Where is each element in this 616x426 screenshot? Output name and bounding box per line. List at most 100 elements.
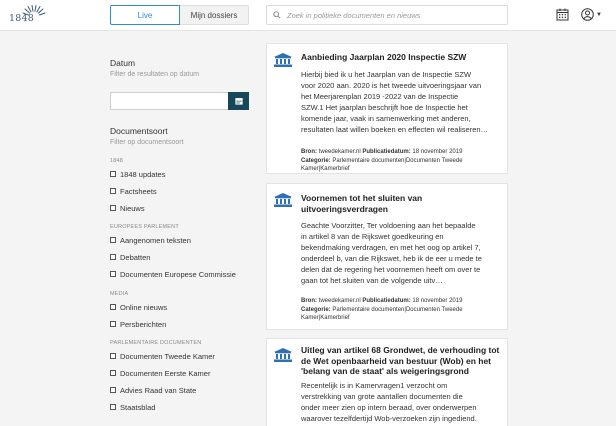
group-label-1848: 1848	[110, 158, 124, 164]
snippet-line: Hierbij bied ik u het Jaarplan van de In…	[301, 70, 472, 79]
date-filter-title: Datum	[110, 58, 136, 68]
checkbox-advies-raad-van-state[interactable]: Advies Raad van State	[110, 385, 196, 395]
bron-value: tweedekamer.nl	[318, 298, 361, 304]
checkbox-label: Persberichten	[120, 319, 167, 329]
government-building-icon	[274, 53, 292, 67]
checkbox-1848-updates[interactable]: 1848 updates	[110, 169, 165, 179]
result-meta: Bron: tweedekamer.nl Publicatiedatum: 18…	[301, 148, 506, 174]
publicatiedatum-value: 18 november 2019	[412, 298, 463, 304]
result-title[interactable]: Voornemen tot het sluiten van uitvoering…	[301, 193, 422, 214]
checkbox[interactable]	[110, 237, 116, 243]
documentsoort-filter: Documentsoort Filter op documentsoort 18…	[110, 126, 250, 412]
checkbox[interactable]	[110, 387, 116, 393]
publicatiedatum-value: 18 november 2019	[412, 149, 463, 155]
search-box[interactable]	[266, 5, 508, 25]
top-navbar: 1848 Live Mijn dossiers ▼	[0, 0, 616, 31]
snippet-line: waarover tezelfdertijd Wob-verzoeken zij…	[301, 414, 477, 424]
checkbox-label: Aangenomen teksten	[120, 235, 191, 245]
government-building-icon	[274, 348, 292, 362]
categorie-value: Kamer|Kamerbrief	[301, 315, 350, 322]
title-line: Voornemen tot het sluiten van	[301, 193, 423, 203]
snippet-line: delen dat de regering het voornemen heef…	[301, 265, 481, 275]
checkbox-factsheets[interactable]: Factsheets	[110, 186, 157, 196]
result-snippet: Geachte Voorzitter, Ter voldoening aan h…	[301, 220, 501, 287]
title-line: de Wet openbaarheid van bestuur (Wob) en…	[301, 355, 492, 366]
tab-mijn-dossiers[interactable]: Mijn dossiers	[180, 6, 248, 24]
categorie-value: Parlementaire documenten|Documenten Twee…	[332, 306, 463, 313]
calendar-icon	[234, 98, 243, 105]
doc-filter-title: Documentsoort	[110, 126, 168, 136]
checkbox-label: Factsheets	[120, 186, 157, 196]
checkbox[interactable]	[110, 321, 116, 327]
checkbox-documenten-tweede-kamer[interactable]: Documenten Tweede Kamer	[110, 351, 215, 361]
title-line: 'belang van de staat' als weigeringsgron…	[301, 366, 469, 376]
tab-live[interactable]: Live	[110, 5, 180, 25]
result-snippet: Recentelijk is in Kamervragen1 verzocht …	[301, 380, 506, 424]
logo-text: 1848	[9, 13, 34, 24]
date-picker-button[interactable]	[228, 92, 249, 110]
date-picker	[110, 92, 249, 110]
government-building-icon	[274, 193, 292, 207]
checkbox-label: Documenten Eerste Kamer	[120, 368, 211, 378]
result-card[interactable]: Aanbieding Jaarplan 2020 Inspectie SZW H…	[266, 43, 508, 174]
snippet-line: in artikel 8 van de Rijkswet goedkeuring…	[301, 232, 444, 242]
checkbox-persberichten[interactable]: Persberichten	[110, 319, 166, 329]
group-label-media: Media	[110, 291, 129, 297]
checkbox[interactable]	[110, 304, 116, 310]
checkbox-online-nieuws[interactable]: Online nieuws	[110, 302, 167, 312]
snippet-line: onderdeel b, van die Rijkswet, heb ik de…	[301, 254, 482, 264]
group-label-europees-parlement: Europees parlement	[110, 224, 179, 230]
checkbox[interactable]	[110, 353, 116, 359]
result-title[interactable]: Uitleg van artikel 68 Grondwet, de verho…	[301, 345, 499, 377]
checkbox-nieuws[interactable]: Nieuws	[110, 203, 145, 213]
publicatiedatum-label: Publicatiedatum:	[362, 298, 411, 304]
result-title[interactable]: Aanbieding Jaarplan 2020 Inspectie SZW	[301, 52, 466, 63]
checkbox[interactable]	[110, 171, 116, 177]
snippet-line: onder meer zien op intern beraad, over o…	[301, 403, 477, 413]
result-card[interactable]: Uitleg van artikel 68 Grondwet, de verho…	[266, 338, 508, 426]
checkbox-label: Documenten Europese Commissie	[120, 269, 236, 279]
snippet-line: Recentelijk is in Kamervragen1 verzocht …	[301, 381, 448, 390]
checkbox[interactable]	[110, 205, 116, 211]
search-input[interactable]	[287, 8, 502, 22]
group-label-parlementaire-documenten: Parlementaire documenten	[110, 340, 202, 346]
checkbox-documenten-eerste-kamer[interactable]: Documenten Eerste Kamer	[110, 368, 210, 378]
title-line: Uitleg van artikel 68 Grondwet, de verho…	[301, 345, 500, 355]
checkbox[interactable]	[110, 271, 116, 277]
bron-value: tweedekamer.nl	[318, 149, 361, 155]
snippet-line: SZW.1 Het jaarplan beschrijft hoe de Ins…	[301, 103, 468, 113]
checkbox-aangenomen-teksten[interactable]: Aangenomen teksten	[110, 235, 191, 245]
publicatiedatum-label: Publicatiedatum:	[362, 149, 411, 155]
chevron-down-icon: ▼	[596, 11, 602, 18]
checkbox[interactable]	[110, 254, 116, 260]
filter-sidebar: Datum Filter de resultaten op datum Docu…	[110, 58, 250, 412]
checkbox-label: Documenten Tweede Kamer	[120, 351, 215, 361]
date-filter-subtitle: Filter de resultaten op datum	[110, 71, 200, 78]
checkbox[interactable]	[110, 404, 116, 410]
logo[interactable]: 1848	[9, 5, 49, 27]
snippet-line: resultaten laat willen boeken en effecte…	[301, 125, 489, 135]
checkbox[interactable]	[110, 370, 116, 376]
date-input[interactable]	[110, 92, 228, 110]
snippet-line: Geachte Voorzitter, Ter voldoening aan h…	[301, 221, 476, 230]
checkbox-label: 1848 updates	[120, 169, 166, 179]
title-line: Aanbieding Jaarplan 2020 Inspectie SZW	[301, 52, 467, 62]
categorie-label: Categorie:	[301, 306, 331, 313]
doc-filter-subtitle: Filter op documentsoort	[110, 139, 184, 146]
title-line: uitvoeringsverdragen	[301, 203, 388, 214]
calendar-icon[interactable]	[556, 8, 569, 21]
result-snippet: Hierbij bied ik u het Jaarplan van de In…	[301, 69, 501, 136]
checkbox-label: Online nieuws	[120, 302, 168, 312]
snippet-line: komende jaar, vaak in samenwerking met a…	[301, 114, 471, 124]
checkbox-label: Advies Raad van State	[120, 385, 197, 395]
user-icon	[581, 8, 594, 21]
checkbox-documenten-europese-commissie[interactable]: Documenten Europese Commissie	[110, 269, 236, 279]
checkbox-label: Debatten	[120, 252, 151, 262]
snippet-line: gaan tot het sluiten van de volgende uit…	[301, 276, 443, 286]
checkbox-debatten[interactable]: Debatten	[110, 252, 150, 262]
snippet-line: het Meerjarenplan 2019 -2022 van de Insp…	[301, 92, 459, 102]
checkbox[interactable]	[110, 188, 116, 194]
checkbox-staatsblad[interactable]: Staatsblad	[110, 402, 155, 412]
user-menu[interactable]: ▼	[581, 8, 602, 21]
result-card[interactable]: Voornemen tot het sluiten van uitvoering…	[266, 183, 508, 330]
